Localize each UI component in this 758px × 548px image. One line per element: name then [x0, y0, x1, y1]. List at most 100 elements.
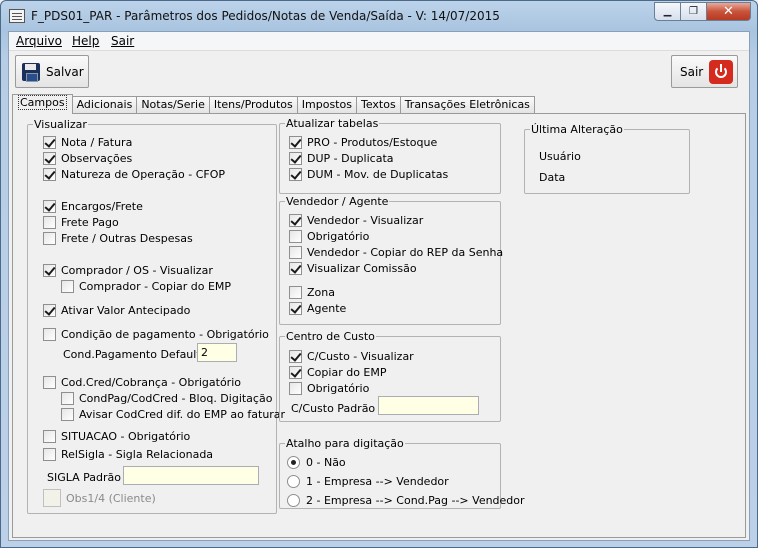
checkbox-box[interactable] — [61, 392, 74, 405]
checkbox-dum-mov-duplicatas[interactable]: DUM - Mov. de Duplicatas — [289, 168, 448, 181]
checkbox-vendedor-copiar-rep[interactable]: Vendedor - Copiar do REP da Senha — [289, 246, 503, 259]
checkbox-ccusto-visualizar[interactable]: C/Custo - Visualizar — [289, 350, 414, 363]
tab-textos[interactable]: Textos — [355, 96, 401, 114]
checkbox-zona[interactable]: Zona — [289, 286, 335, 299]
tab-campos[interactable]: Campos — [12, 94, 73, 114]
checkbox-box[interactable] — [43, 168, 56, 181]
radio-dot[interactable] — [287, 494, 300, 507]
checkbox-comprador-os-visualizar[interactable]: Comprador / OS - Visualizar — [43, 264, 213, 277]
cond-pagamento-default-input[interactable] — [197, 343, 237, 362]
ccusto-padrao-label: C/Custo Padrão — [291, 402, 376, 415]
checkbox-label: Zona — [307, 286, 335, 299]
maximize-button[interactable]: ❐ — [681, 2, 707, 21]
checkbox-label: Natureza de Operação - CFOP — [61, 168, 226, 181]
save-button[interactable]: Salvar — [15, 55, 89, 88]
checkbox-label: Visualizar Comissão — [307, 262, 417, 275]
checkbox-box[interactable] — [43, 448, 56, 461]
menu-bar: Arquivo Help Sair — [9, 32, 749, 51]
checkbox-encargos-frete[interactable]: Encargos/Frete — [43, 200, 143, 213]
radio-dot[interactable] — [287, 456, 300, 469]
title-bar[interactable]: F_PDS01_PAR - Parâmetros dos Pedidos/Not… — [1, 1, 757, 31]
checkbox-ativar-valor-antecipado[interactable]: Ativar Valor Antecipado — [43, 304, 190, 317]
checkbox-frete-pago[interactable]: Frete Pago — [43, 216, 119, 229]
menu-sair-label: Sair — [111, 34, 135, 48]
checkbox-label: Cod.Cred/Cobrança - Obrigatório — [61, 376, 241, 389]
tab-adicionais[interactable]: Adicionais — [71, 96, 138, 114]
tab-impostos[interactable]: Impostos — [296, 96, 357, 114]
checkbox-agente[interactable]: Agente — [289, 302, 346, 315]
checkbox-ccusto-obrigatorio[interactable]: Obrigatório — [289, 382, 369, 395]
ccusto-padrao-input[interactable] — [378, 396, 479, 415]
checkbox-nota-fatura[interactable]: Nota / Fatura — [43, 136, 132, 149]
checkbox-box[interactable] — [289, 286, 302, 299]
checkbox-frete-outras-despesas[interactable]: Frete / Outras Despesas — [43, 232, 193, 245]
save-button-label: Salvar — [46, 64, 84, 79]
radio-atalho-1[interactable]: 1 - Empresa --> Vendedor — [287, 475, 449, 488]
checkbox-situacao-obrigatorio[interactable]: SITUACAO - Obrigatório — [43, 430, 190, 443]
radio-dot[interactable] — [287, 475, 300, 488]
group-vendedor-legend: Vendedor / Agente — [286, 195, 389, 208]
client-area: Arquivo Help Sair Salvar Sair Campos Adi… — [8, 31, 750, 541]
menu-arquivo[interactable]: Arquivo — [16, 34, 62, 48]
checkbox-copiar-emp[interactable]: Copiar do EMP — [289, 366, 387, 379]
tab-campos-label: Campos — [18, 95, 67, 110]
tab-itens-produtos[interactable]: Itens/Produtos — [208, 96, 298, 114]
checkbox-visualizar-comissao[interactable]: Visualizar Comissão — [289, 262, 417, 275]
checkbox-observacoes[interactable]: Observações — [43, 152, 132, 165]
checkbox-box[interactable] — [61, 408, 74, 421]
menu-help[interactable]: Help — [72, 34, 99, 48]
checkbox-box[interactable] — [289, 136, 302, 149]
checkbox-label: Agente — [307, 302, 347, 315]
checkbox-vendedor-obrigatorio[interactable]: Obrigatório — [289, 230, 369, 243]
checkbox-box[interactable] — [289, 246, 302, 259]
checkbox-box[interactable] — [289, 168, 302, 181]
checkbox-label: DUP - Duplicata — [307, 152, 394, 165]
checkbox-box[interactable] — [43, 200, 56, 213]
checkbox-label: Ativar Valor Antecipado — [61, 304, 191, 317]
minimize-button[interactable]: ▁ — [654, 2, 681, 21]
checkbox-box[interactable] — [289, 366, 302, 379]
checkbox-condpag-codcred-bloq[interactable]: CondPag/CodCred - Bloq. Digitação — [61, 392, 272, 405]
checkbox-box[interactable] — [61, 280, 74, 293]
checkbox-box[interactable] — [43, 216, 56, 229]
checkbox-box[interactable] — [43, 264, 56, 277]
checkbox-box[interactable] — [289, 262, 302, 275]
radio-atalho-2[interactable]: 2 - Empresa --> Cond.Pag --> Vendedor — [287, 494, 525, 507]
checkbox-box[interactable] — [43, 152, 56, 165]
cond-pagamento-default-label: Cond.Pagamento Default — [63, 348, 201, 361]
checkbox-box[interactable] — [43, 328, 56, 341]
checkbox-box[interactable] — [43, 430, 56, 443]
checkbox-pro-produtos-estoque[interactable]: PRO - Produtos/Estoque — [289, 136, 437, 149]
checkbox-label: SITUACAO - Obrigatório — [61, 430, 191, 443]
checkbox-avisar-codcred[interactable]: Avisar CodCred dif. do EMP ao faturar — [61, 408, 285, 421]
power-icon — [709, 59, 734, 84]
checkbox-condicao-pagamento-obrigatorio[interactable]: Condição de pagamento - Obrigatório — [43, 328, 269, 341]
tab-transacoes-eletronicas[interactable]: Transações Eletrônicas — [399, 96, 535, 114]
checkbox-label: Obs1/4 (Cliente) — [66, 491, 156, 505]
sigla-padrao-input[interactable] — [123, 466, 259, 485]
checkbox-box[interactable] — [289, 152, 302, 165]
checkbox-dup-duplicata[interactable]: DUP - Duplicata — [289, 152, 394, 165]
tab-notas-serie[interactable]: Notas/Serie — [136, 96, 210, 114]
menu-sair[interactable]: Sair — [111, 34, 134, 48]
checkbox-natureza-operacao[interactable]: Natureza de Operação - CFOP — [43, 168, 225, 181]
radio-atalho-0[interactable]: 0 - Não — [287, 456, 346, 469]
checkbox-relsigla[interactable]: RelSigla - Sigla Relacionada — [43, 448, 213, 461]
checkbox-box[interactable] — [289, 230, 302, 243]
checkbox-box[interactable] — [289, 214, 302, 227]
checkbox-comprador-copiar-emp[interactable]: Comprador - Copiar do EMP — [61, 280, 231, 293]
checkbox-box — [43, 489, 61, 507]
checkbox-cod-cred-cobranca-obrigatorio[interactable]: Cod.Cred/Cobrança - Obrigatório — [43, 376, 241, 389]
checkbox-vendedor-visualizar[interactable]: Vendedor - Visualizar — [289, 214, 423, 227]
checkbox-box[interactable] — [43, 232, 56, 245]
close-button[interactable]: ✕ — [707, 2, 751, 21]
checkbox-box[interactable] — [289, 382, 302, 395]
checkbox-label: Obrigatório — [307, 230, 370, 243]
checkbox-box[interactable] — [43, 376, 56, 389]
exit-button[interactable]: Sair — [671, 55, 738, 88]
checkbox-label: Obrigatório — [307, 382, 370, 395]
checkbox-box[interactable] — [43, 136, 56, 149]
checkbox-box[interactable] — [289, 350, 302, 363]
checkbox-box[interactable] — [43, 304, 56, 317]
checkbox-box[interactable] — [289, 302, 302, 315]
